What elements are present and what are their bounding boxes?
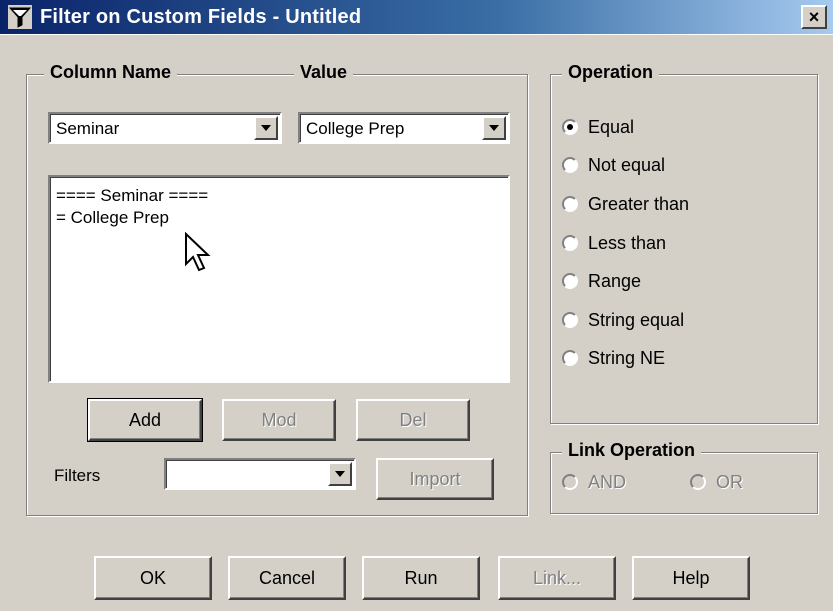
column-name-dropdown-button[interactable]	[254, 116, 278, 140]
operation-option-label: Less than	[588, 232, 667, 253]
title-bar: Filter on Custom Fields - Untitled ×	[0, 0, 833, 35]
value-select[interactable]: College Prep	[298, 112, 510, 144]
operation-option-label: Equal	[588, 116, 635, 137]
link-option-label: OR	[716, 471, 743, 492]
filter-list[interactable]: ==== Seminar ==== = College Prep	[48, 175, 510, 383]
radio-selected-icon	[562, 119, 578, 135]
add-button[interactable]: Add	[87, 398, 203, 442]
list-item[interactable]: = College Prep	[56, 207, 502, 229]
value-value: College Prep	[306, 119, 405, 138]
filters-label: Filters	[54, 466, 101, 485]
radio-icon	[690, 474, 706, 490]
import-button[interactable]: Import	[376, 458, 494, 500]
mouse-pointer-icon	[185, 232, 211, 272]
operation-string-ne-radio[interactable]: String NE	[562, 345, 665, 371]
value-label: Value	[294, 62, 354, 83]
operation-less-than-radio[interactable]: Less than	[562, 230, 666, 256]
list-item[interactable]: ==== Seminar ====	[56, 185, 502, 207]
cancel-button[interactable]: Cancel	[228, 556, 346, 600]
link-and-radio[interactable]: AND	[562, 469, 626, 495]
help-button[interactable]: Help	[632, 556, 750, 600]
column-name-value: Seminar	[56, 119, 120, 138]
column-name-label: Column Name	[44, 62, 178, 83]
chevron-down-icon	[335, 471, 345, 477]
radio-icon	[562, 235, 578, 251]
del-button[interactable]: Del	[356, 399, 470, 441]
chevron-down-icon	[489, 125, 499, 131]
operation-option-label: Range	[588, 270, 642, 291]
window-title: Filter on Custom Fields - Untitled	[40, 6, 362, 28]
link-option-label: AND	[588, 471, 627, 492]
radio-icon	[562, 157, 578, 173]
radio-icon	[562, 312, 578, 328]
link-or-radio[interactable]: OR	[690, 469, 743, 495]
operation-option-label: String NE	[588, 347, 666, 368]
link-operation-label: Link Operation	[562, 440, 702, 461]
operation-option-label: Not equal	[588, 154, 666, 175]
operation-greater-than-radio[interactable]: Greater than	[562, 191, 689, 217]
close-button[interactable]: ×	[801, 5, 827, 29]
filters-select[interactable]	[164, 458, 356, 490]
chevron-down-icon	[261, 125, 271, 131]
operation-not-equal-radio[interactable]: Not equal	[562, 152, 665, 178]
radio-icon	[562, 196, 578, 212]
operation-equal-radio[interactable]: Equal	[562, 114, 634, 140]
filters-dropdown-button[interactable]	[328, 462, 352, 486]
operation-option-label: Greater than	[588, 193, 690, 214]
filter-funnel-icon	[8, 5, 32, 29]
value-dropdown-button[interactable]	[482, 116, 506, 140]
link-button[interactable]: Link...	[498, 556, 616, 600]
run-button[interactable]: Run	[362, 556, 480, 600]
operation-option-label: String equal	[588, 309, 685, 330]
radio-icon	[562, 350, 578, 366]
close-icon: ×	[808, 6, 820, 27]
radio-icon	[562, 273, 578, 289]
radio-icon	[562, 474, 578, 490]
mod-button[interactable]: Mod	[222, 399, 336, 441]
operation-range-radio[interactable]: Range	[562, 268, 641, 294]
operation-string-equal-radio[interactable]: String equal	[562, 307, 684, 333]
column-name-select[interactable]: Seminar	[48, 112, 282, 144]
ok-button[interactable]: OK	[94, 556, 212, 600]
operation-label: Operation	[562, 62, 660, 83]
